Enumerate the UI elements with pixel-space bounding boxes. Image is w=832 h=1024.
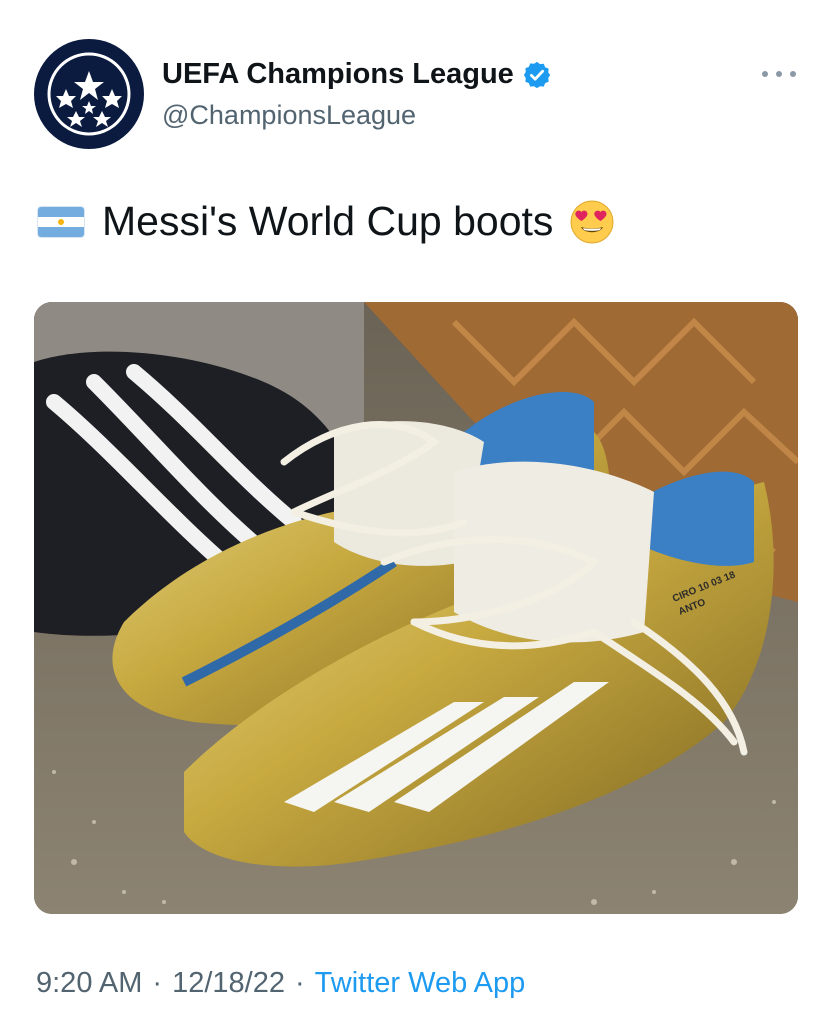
tweet-photo[interactable]: CIRO 10 03 18 ANTO xyxy=(34,302,798,914)
boots-photo: CIRO 10 03 18 ANTO xyxy=(34,302,798,914)
verified-badge-icon xyxy=(523,61,550,88)
avatar[interactable] xyxy=(34,39,144,149)
argentina-flag-icon xyxy=(38,206,84,237)
tweet-time[interactable]: 9:20 AM xyxy=(36,967,142,1000)
separator: · xyxy=(152,967,163,999)
display-name[interactable]: UEFA Champions League xyxy=(162,58,514,91)
starball-logo-icon xyxy=(47,52,131,136)
source-app-link[interactable]: Twitter Web App xyxy=(315,967,526,1000)
tweet-body: Messi's World Cup boots xyxy=(102,198,554,244)
heart-eyes-emoji-icon xyxy=(570,200,614,243)
more-options-icon[interactable] xyxy=(762,62,796,86)
separator: · xyxy=(294,967,305,999)
tweet-metadata: 9:20 AM · 12/18/22 · Twitter Web App xyxy=(36,967,525,1000)
tweet-text: Messi's World Cup boots xyxy=(38,198,615,245)
tweet-date[interactable]: 12/18/22 xyxy=(172,967,285,1000)
author-name-row[interactable]: UEFA Champions League xyxy=(162,58,552,91)
author-handle[interactable]: @ChampionsLeague xyxy=(162,100,416,131)
